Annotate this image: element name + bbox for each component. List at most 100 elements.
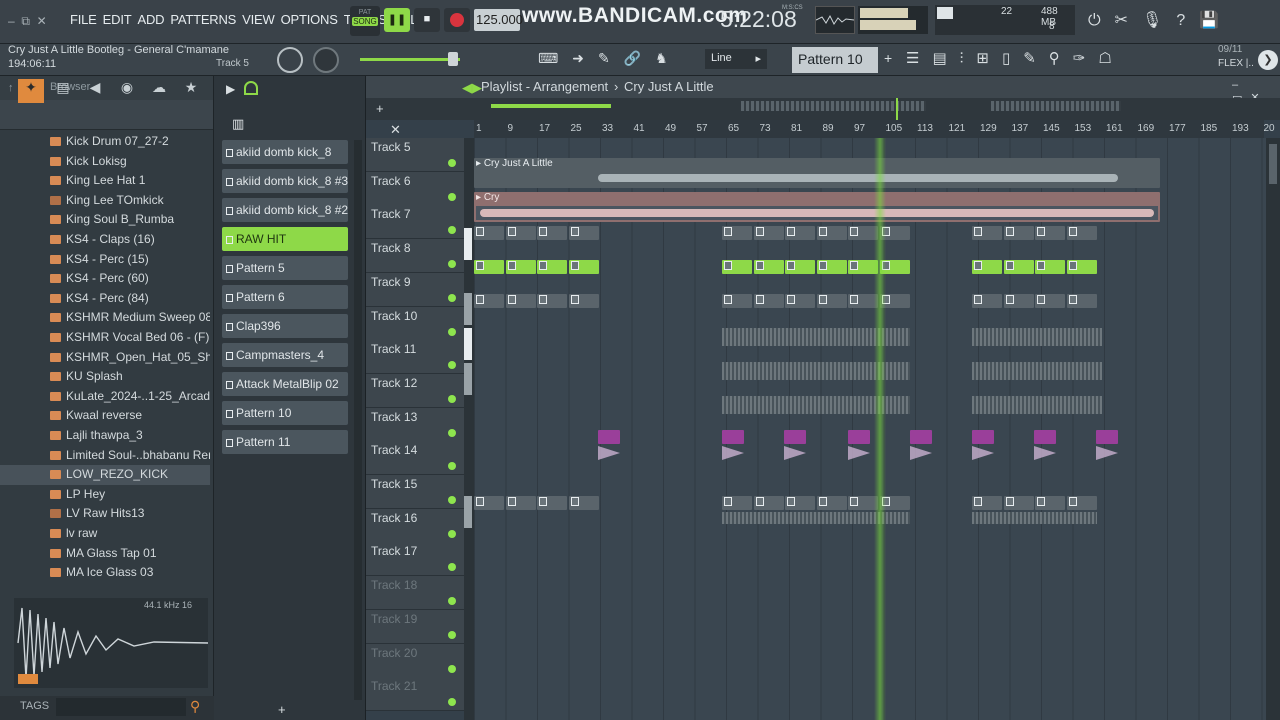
browser-item[interactable]: King Lee Hat 1 xyxy=(0,171,210,191)
browser-item[interactable]: KSHMR_Open_Hat_05_Short xyxy=(0,348,210,368)
pattern-item[interactable]: Pattern 10 xyxy=(222,401,348,425)
pattern-clip[interactable] xyxy=(785,496,815,510)
pattern-clip[interactable] xyxy=(537,294,567,308)
track-header[interactable]: Track 9 xyxy=(366,272,464,307)
pattern-clip[interactable] xyxy=(474,226,504,240)
track-header[interactable]: Track 19 xyxy=(366,609,464,644)
track-header[interactable]: Track 10 xyxy=(366,306,464,341)
add-pattern-icon[interactable]: + xyxy=(884,50,892,66)
all-tab-icon[interactable]: ✦ xyxy=(18,79,44,103)
tool-icons[interactable]: ⌨➜✎🔗♞ xyxy=(538,50,682,67)
pattern-item[interactable]: Pattern 6 xyxy=(222,285,348,309)
browser-item[interactable]: King Soul B_Rumba xyxy=(0,210,210,230)
speaker-tab-icon[interactable]: ◀ xyxy=(82,79,108,103)
pattern-clip[interactable] xyxy=(816,226,847,240)
pattern-clip[interactable] xyxy=(1003,226,1034,240)
pattern-clip-stripes[interactable] xyxy=(972,328,1102,346)
stop-button[interactable]: ■ xyxy=(414,8,440,32)
browser-item[interactable]: KS4 - Perc (15) xyxy=(0,250,210,270)
pattern-clip[interactable] xyxy=(816,260,847,274)
track-header[interactable]: Track 20 xyxy=(366,643,464,678)
top-right-icons[interactable]: ⏻✂🎙?💾 xyxy=(1088,10,1233,30)
menu-item-options[interactable]: OPTIONS xyxy=(281,12,338,27)
browser-item[interactable]: KSHMR Medium Sweep 08 xyxy=(0,308,210,328)
track-enable-led[interactable] xyxy=(448,597,456,606)
pattern-selector[interactable]: Pattern 10 xyxy=(792,47,878,73)
playhead[interactable] xyxy=(874,138,886,720)
vertical-scrollbar[interactable] xyxy=(1266,138,1280,720)
track-header[interactable]: Track 21 xyxy=(366,677,464,712)
track-header[interactable]: Track 8 xyxy=(366,239,464,274)
cloud-tab-icon[interactable]: ☁ xyxy=(146,79,172,103)
pattern-item[interactable]: Clap396 xyxy=(222,314,348,338)
pattern-clip[interactable] xyxy=(785,260,815,274)
pattern-clip[interactable] xyxy=(474,260,504,274)
pattern-clip[interactable] xyxy=(1035,294,1065,308)
browser-item[interactable]: Kick Drum 07_27-2 xyxy=(0,132,210,152)
track-enable-led[interactable] xyxy=(448,192,456,201)
pattern-item[interactable]: akiid domb kick_8 #2 xyxy=(222,198,348,222)
pattern-clip[interactable] xyxy=(505,496,536,510)
browser-item[interactable]: KU Splash xyxy=(0,367,210,387)
automation-clip[interactable] xyxy=(598,430,620,444)
pause-button[interactable]: ❚❚ xyxy=(384,8,410,32)
master-volume-knob[interactable] xyxy=(277,47,303,73)
track-enable-led[interactable] xyxy=(448,664,456,673)
track-header[interactable]: Track 11 xyxy=(366,340,464,375)
menu-item-patterns[interactable]: PATTERNS xyxy=(170,12,236,27)
browser-item[interactable]: Lajli thawpa_3 xyxy=(0,426,210,446)
pattern-clip-stripes[interactable] xyxy=(972,512,1097,524)
track-header[interactable]: Track 17 xyxy=(366,542,464,577)
browser-item[interactable]: KS4 - Claps (16) xyxy=(0,230,210,250)
add-track-icon[interactable]: + xyxy=(376,101,384,116)
pattern-clip[interactable] xyxy=(474,294,504,308)
pattern-clip[interactable] xyxy=(474,496,504,510)
menu-item-view[interactable]: VIEW xyxy=(242,12,275,27)
pattern-clip[interactable] xyxy=(1003,260,1034,274)
search-icon[interactable]: ⚲ xyxy=(190,698,200,715)
pattern-clip[interactable] xyxy=(816,496,847,510)
menu-item-file[interactable]: FILE xyxy=(70,12,97,27)
track-enable-led[interactable] xyxy=(448,394,456,403)
pattern-clip[interactable] xyxy=(1066,496,1097,510)
pattern-clip[interactable] xyxy=(505,294,536,308)
pattern-clip[interactable] xyxy=(537,226,567,240)
pattern-item[interactable]: akiid domb kick_8 xyxy=(222,140,348,164)
track-enable-led[interactable] xyxy=(448,327,456,336)
pattern-clip[interactable] xyxy=(722,294,752,308)
track-enable-led[interactable] xyxy=(448,529,456,538)
master-slider[interactable] xyxy=(360,52,460,66)
pattern-clip[interactable] xyxy=(753,496,784,510)
tags-input[interactable] xyxy=(56,698,186,716)
pattern-clip[interactable] xyxy=(785,226,815,240)
record-button[interactable] xyxy=(444,8,470,32)
track-header[interactable]: Track 6 xyxy=(366,171,464,206)
menu-item-add[interactable]: ADD xyxy=(137,12,164,27)
pattern-clip[interactable] xyxy=(1035,260,1065,274)
pattern-clip[interactable] xyxy=(1066,226,1097,240)
automation-clip[interactable] xyxy=(722,430,744,444)
track-header[interactable]: Track 14 xyxy=(366,441,464,476)
automation-clip[interactable] xyxy=(1034,430,1056,444)
browser-item[interactable]: Kwaal reverse xyxy=(0,406,210,426)
browser-item[interactable]: LOW_REZO_KICK xyxy=(0,465,210,485)
browser-item[interactable]: KS4 - Perc (84) xyxy=(0,289,210,309)
arrangement-grid[interactable]: ▸ Cry Just A Little ▸ Cry xyxy=(474,138,1266,720)
track-enable-led[interactable] xyxy=(448,226,456,235)
track-header[interactable]: Track 12 xyxy=(366,373,464,408)
window-shortcut-icons[interactable]: ☰▤⫶⊞▯✎⚲✑☖ xyxy=(906,49,1125,67)
pattern-clip-stripes[interactable] xyxy=(972,396,1102,414)
pattern-clip[interactable] xyxy=(1035,496,1065,510)
snap-select[interactable]: Line ▸ xyxy=(705,49,767,69)
track-header[interactable]: Track 18 xyxy=(366,576,464,611)
automation-clip[interactable] xyxy=(910,430,932,444)
pattern-clip[interactable] xyxy=(505,226,536,240)
pattern-clip[interactable] xyxy=(537,496,567,510)
pattern-item[interactable]: Attack MetalBlip 02 xyxy=(222,372,348,396)
pattern-clip[interactable] xyxy=(1066,260,1097,274)
pat-song-toggle[interactable]: PAT SONG xyxy=(350,6,380,36)
track-header[interactable]: Track 7 xyxy=(366,205,464,240)
window-controls[interactable]: – ⧉ ✕ xyxy=(8,14,47,29)
playlist-arrows-icon[interactable]: ◀▶ xyxy=(462,80,482,96)
browser-item[interactable]: LP Hey xyxy=(0,485,210,505)
